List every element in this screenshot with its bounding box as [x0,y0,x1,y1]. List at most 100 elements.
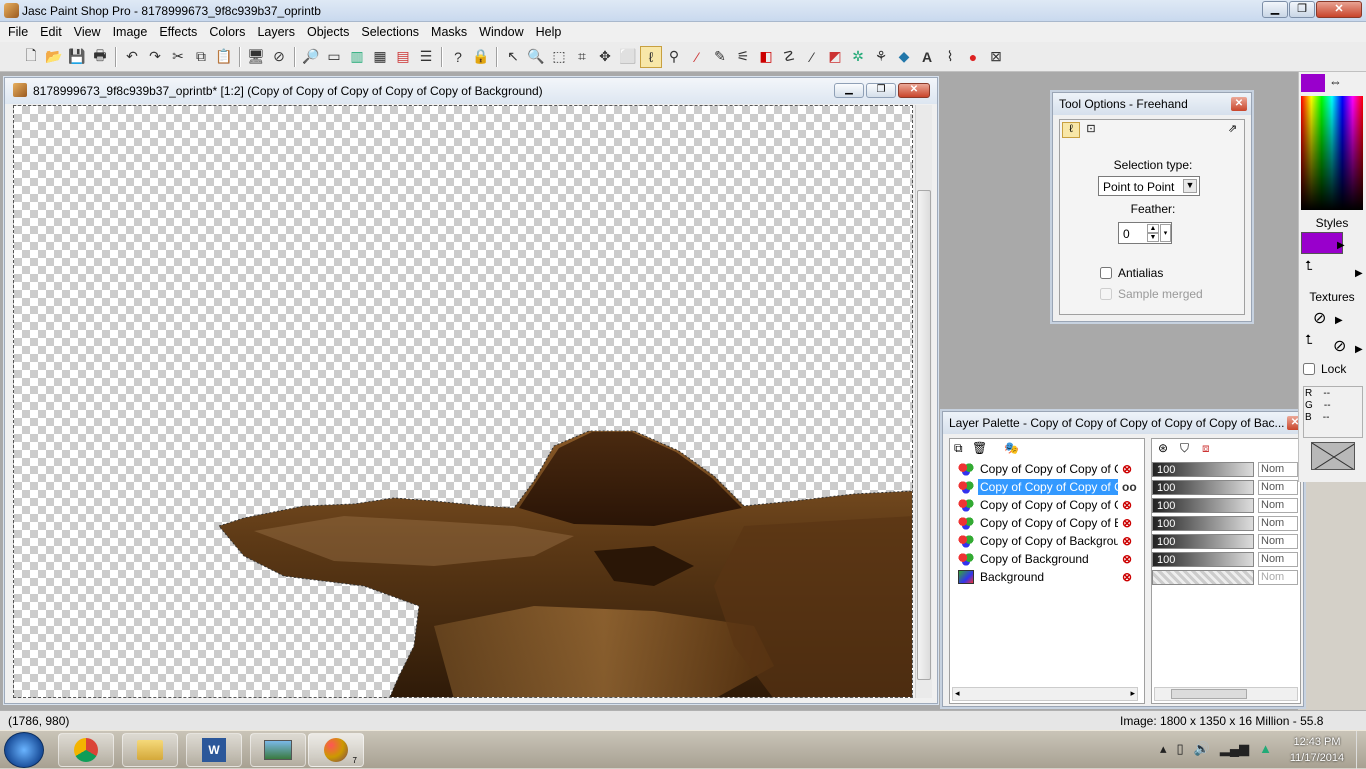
lock-checkbox[interactable] [1303,363,1315,375]
menu-colors[interactable]: Colors [203,22,251,42]
deform-tool-icon[interactable]: ⬚ [548,46,570,68]
menu-objects[interactable]: Objects [301,22,355,42]
layer-opacity-row[interactable]: 100 Nom [1152,514,1302,532]
blend-mode-select[interactable]: Nom [1258,515,1298,531]
feather-menu-icon[interactable]: ▾ [1160,224,1171,242]
menu-selections[interactable]: Selections [355,22,425,42]
scrollbar-thumb[interactable] [1171,689,1247,699]
layer-opacity-row[interactable]: 100 Nom [1152,496,1302,514]
hidden-icon[interactable]: ⊗ [1122,516,1138,530]
layer-row[interactable]: Copy of Background ⊗ [950,550,1142,568]
menu-edit[interactable]: Edit [34,22,68,42]
layer-opacity-row[interactable]: 100 Nom [1152,550,1302,568]
object-selector-icon[interactable]: ⊠ [985,46,1007,68]
opacity-slider[interactable]: 100 [1152,515,1254,531]
freehand-tab-icon[interactable]: ℓ [1062,122,1080,138]
document-minimize-button[interactable]: ▁ [834,83,864,98]
stepper-down-icon[interactable]: ▼ [1147,233,1159,242]
cut-icon[interactable]: ✂ [167,46,189,68]
new-file-icon[interactable]: 🗋 [20,46,42,68]
taskbar-photo-viewer[interactable] [250,733,306,767]
lock-option[interactable]: Lock [1303,362,1346,376]
lock-icon[interactable]: 🔒 [470,46,492,68]
menu-effects[interactable]: Effects [153,22,203,42]
paste-icon[interactable]: 📋 [213,46,235,68]
layer-opacity-row[interactable]: 100 Nom [1152,532,1302,550]
feather-stepper[interactable]: 0 ▲ ▼ ▾ [1118,222,1172,244]
menu-window[interactable]: Window [473,22,529,42]
network-signal-icon[interactable]: ▂▄▆ [1220,741,1249,757]
scrollbar-thumb[interactable] [917,190,931,680]
opacity-slider[interactable]: 100 [1152,461,1254,477]
vertical-scrollbar[interactable] [915,105,932,698]
blend-mode-select[interactable]: Nom [1258,479,1298,495]
taskbar-word[interactable]: W [186,733,242,767]
color-replacer-icon[interactable]: ◧ [755,46,777,68]
layer-row[interactable]: Copy of Copy of Copy of Co... ⊗ [950,496,1142,514]
document-titlebar[interactable]: 8178999673_9f8c939b37_oprintb* [1:2] (Co… [5,78,937,104]
hidden-icon[interactable]: ⊗ [1122,534,1138,548]
antialias-checkbox[interactable] [1100,267,1112,279]
mover-tool-icon[interactable]: ✥ [594,46,616,68]
drive-icon[interactable]: ▲ [1259,741,1272,757]
toolbar-toggle-icon[interactable]: ▭ [323,46,345,68]
delete-layer-icon[interactable]: 🗑 [972,441,987,455]
swap-colors-icon[interactable]: ⇔ [1329,74,1342,89]
layer-palette[interactable]: Layer Palette - Copy of Copy of Copy of … [942,411,1304,707]
crop-tool-icon[interactable]: ⌗ [571,46,593,68]
stepper-up-icon[interactable]: ▲ [1147,224,1159,233]
layer-palette-icon[interactable]: ▤ [392,46,414,68]
close-button[interactable]: ✕ [1316,1,1362,18]
new-layer-icon[interactable]: ⧉ [954,441,963,456]
opacity-slider[interactable]: 100 [1152,551,1254,567]
menu-image[interactable]: Image [107,22,154,42]
eraser-icon[interactable]: ◩ [824,46,846,68]
clock[interactable]: 12:43 PM 11/17/2014 [1282,734,1352,766]
dropper-icon[interactable]: ⁄ [686,46,708,68]
color-picker-spectrum[interactable] [1301,96,1363,210]
text-tool-icon[interactable]: A [916,46,938,68]
flood-fill-icon[interactable]: ◆ [893,46,915,68]
menu-file[interactable]: File [2,22,34,42]
redo-icon[interactable]: ↷ [144,46,166,68]
layer-list-scrollbar[interactable]: ◂ ▸ [952,687,1138,701]
document-window[interactable]: 8178999673_9f8c939b37_oprintb* [1:2] (Co… [4,77,938,704]
open-folder-icon[interactable]: 📂 [43,46,65,68]
blend-mode-select[interactable]: Nom [1258,497,1298,513]
start-button[interactable] [4,732,44,768]
taskbar-chrome[interactable] [58,733,114,767]
tool-options-close-button[interactable]: ✕ [1231,97,1247,111]
tool-options-icon[interactable]: ☰ [415,46,437,68]
layer-row[interactable]: Copy of Copy of Background ⊗ [950,532,1142,550]
zoom-window-icon[interactable]: 🔎 [300,46,322,68]
layer-properties-icon[interactable]: 🎭 [1004,441,1019,455]
properties-scrollbar[interactable] [1154,687,1298,701]
layer-row-selected[interactable]: Copy of Copy of Copy of Co... oo [950,478,1142,496]
layer-row[interactable]: Copy of Copy of Copy of Ba... ⊗ [950,514,1142,532]
preset-shapes-icon[interactable]: ● [962,46,984,68]
style-menu-arrow-icon[interactable]: ▶ [1337,240,1345,251]
monitor-icon[interactable]: 🖥 [245,46,267,68]
clone-brush-icon[interactable]: ⚟ [732,46,754,68]
undo-icon[interactable]: ↶ [121,46,143,68]
selection-tool-icon[interactable]: ⬜ [617,46,639,68]
menu-masks[interactable]: Masks [425,22,473,42]
tool-options-palette[interactable]: Tool Options - Freehand ✕ ℓ ⊡ ⇗ Selectio… [1052,92,1252,322]
visible-icon[interactable]: oo [1122,480,1138,494]
minimize-button[interactable]: ▁ [1262,1,1288,18]
menu-help[interactable]: Help [530,22,568,42]
layer-palette-title[interactable]: Layer Palette - Copy of Copy of Copy of … [943,412,1303,434]
antialias-option[interactable]: Antialias [1100,266,1163,280]
document-close-button[interactable]: ✕ [898,83,930,98]
style-menu-arrow-icon[interactable]: ▶ [1355,268,1363,279]
taskbar-paint-shop-pro[interactable]: 7 [308,733,364,767]
swap-styles-icon[interactable]: ⮤ [1305,258,1313,274]
hidden-icon[interactable]: ⊗ [1122,570,1138,584]
hidden-icon[interactable]: ⊗ [1122,462,1138,476]
blend-mode-select[interactable]: Nom [1258,533,1298,549]
image-canvas[interactable] [13,105,913,698]
texture-menu-arrow-icon[interactable]: ▶ [1335,315,1343,326]
save-icon[interactable]: 💾 [66,46,88,68]
airbrush-icon[interactable]: ⚘ [870,46,892,68]
no-texture-icon[interactable]: ⊘ [1313,308,1326,328]
